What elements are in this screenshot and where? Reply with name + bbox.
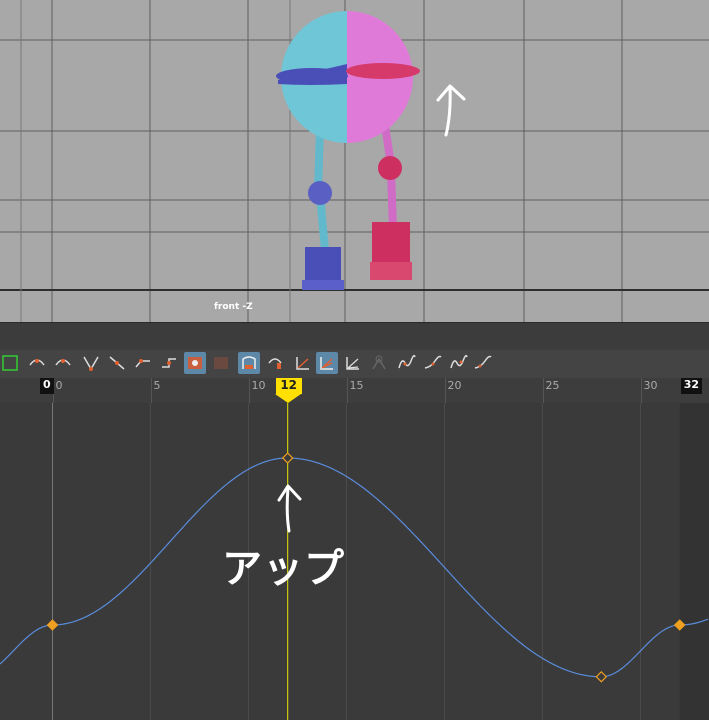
ruler-tick — [542, 378, 544, 403]
ruler-tick-label: 25 — [545, 379, 560, 392]
ruler-tick-label: 15 — [349, 379, 364, 392]
current-frame-marker[interactable]: 12 — [275, 378, 302, 394]
curve-display-icon[interactable] — [472, 352, 494, 374]
tangent-clamped-icon[interactable] — [80, 352, 102, 374]
annotation-up-text: アップ — [222, 546, 345, 592]
ruler-tick — [444, 378, 446, 403]
up-arrow-icon — [285, 486, 291, 533]
graph-editor-toolbar — [0, 350, 709, 378]
ruler-tick — [248, 378, 250, 403]
denormalize-icon[interactable] — [368, 352, 390, 374]
keyframe-point — [281, 452, 294, 464]
right-leg — [370, 121, 412, 280]
keyframe-point — [595, 670, 608, 683]
lock-weights-icon[interactable] — [292, 352, 314, 374]
panel-separator[interactable] — [0, 322, 709, 351]
unify-tangents-icon[interactable] — [264, 352, 286, 374]
range-start-marker[interactable]: 0 — [40, 378, 54, 394]
ruler-tick-label: 0 — [55, 379, 63, 392]
ruler-tick-label: 30 — [643, 379, 658, 392]
ruler-tick-label: 5 — [153, 379, 161, 392]
left-leg — [302, 126, 344, 290]
ruler-tick-label: 20 — [447, 379, 462, 392]
ruler-tick — [346, 378, 348, 403]
current-frame-pointer — [274, 394, 301, 403]
tangent-spline-icon[interactable] — [52, 352, 74, 374]
key-stats-icon[interactable] — [184, 352, 206, 374]
up-arrow-icon — [277, 484, 302, 502]
break-tangents-icon[interactable] — [238, 352, 260, 374]
viewport-canvas — [0, 0, 709, 322]
normalize-icon[interactable] — [342, 352, 364, 374]
ruler-tick — [640, 378, 642, 403]
buffer-curve-icon[interactable] — [210, 352, 232, 374]
tangent-linear-icon[interactable] — [106, 352, 128, 374]
3d-viewport[interactable]: front -Z — [0, 0, 709, 322]
animation-curve — [0, 457, 709, 678]
infinity-icon[interactable] — [396, 352, 418, 374]
tangent-step-icon[interactable] — [158, 352, 180, 374]
range-end-marker[interactable]: 32 — [680, 378, 702, 394]
graph-canvas — [0, 403, 709, 720]
keyframe-point — [46, 619, 59, 631]
frame-selection-icon[interactable] — [0, 352, 22, 374]
camera-label: front -Z — [214, 302, 253, 312]
ruler-tick — [150, 378, 152, 403]
character-body[interactable] — [276, 11, 420, 143]
pre-infinity-cycle-icon[interactable] — [422, 352, 444, 374]
time-ruler[interactable]: 0 5 10 15 20 25 30 0 32 12 — [0, 378, 709, 403]
tangent-flat-icon[interactable] — [132, 352, 154, 374]
tangent-auto-icon[interactable] — [26, 352, 48, 374]
up-arrow-icon — [436, 84, 466, 137]
ruler-tick-label: 10 — [251, 379, 266, 392]
graph-editor-panel[interactable]: アップ — [0, 403, 709, 720]
weighted-tangents-icon[interactable] — [316, 352, 338, 374]
post-infinity-cycle-icon[interactable] — [448, 352, 470, 374]
out-of-range-shade — [679, 403, 709, 720]
